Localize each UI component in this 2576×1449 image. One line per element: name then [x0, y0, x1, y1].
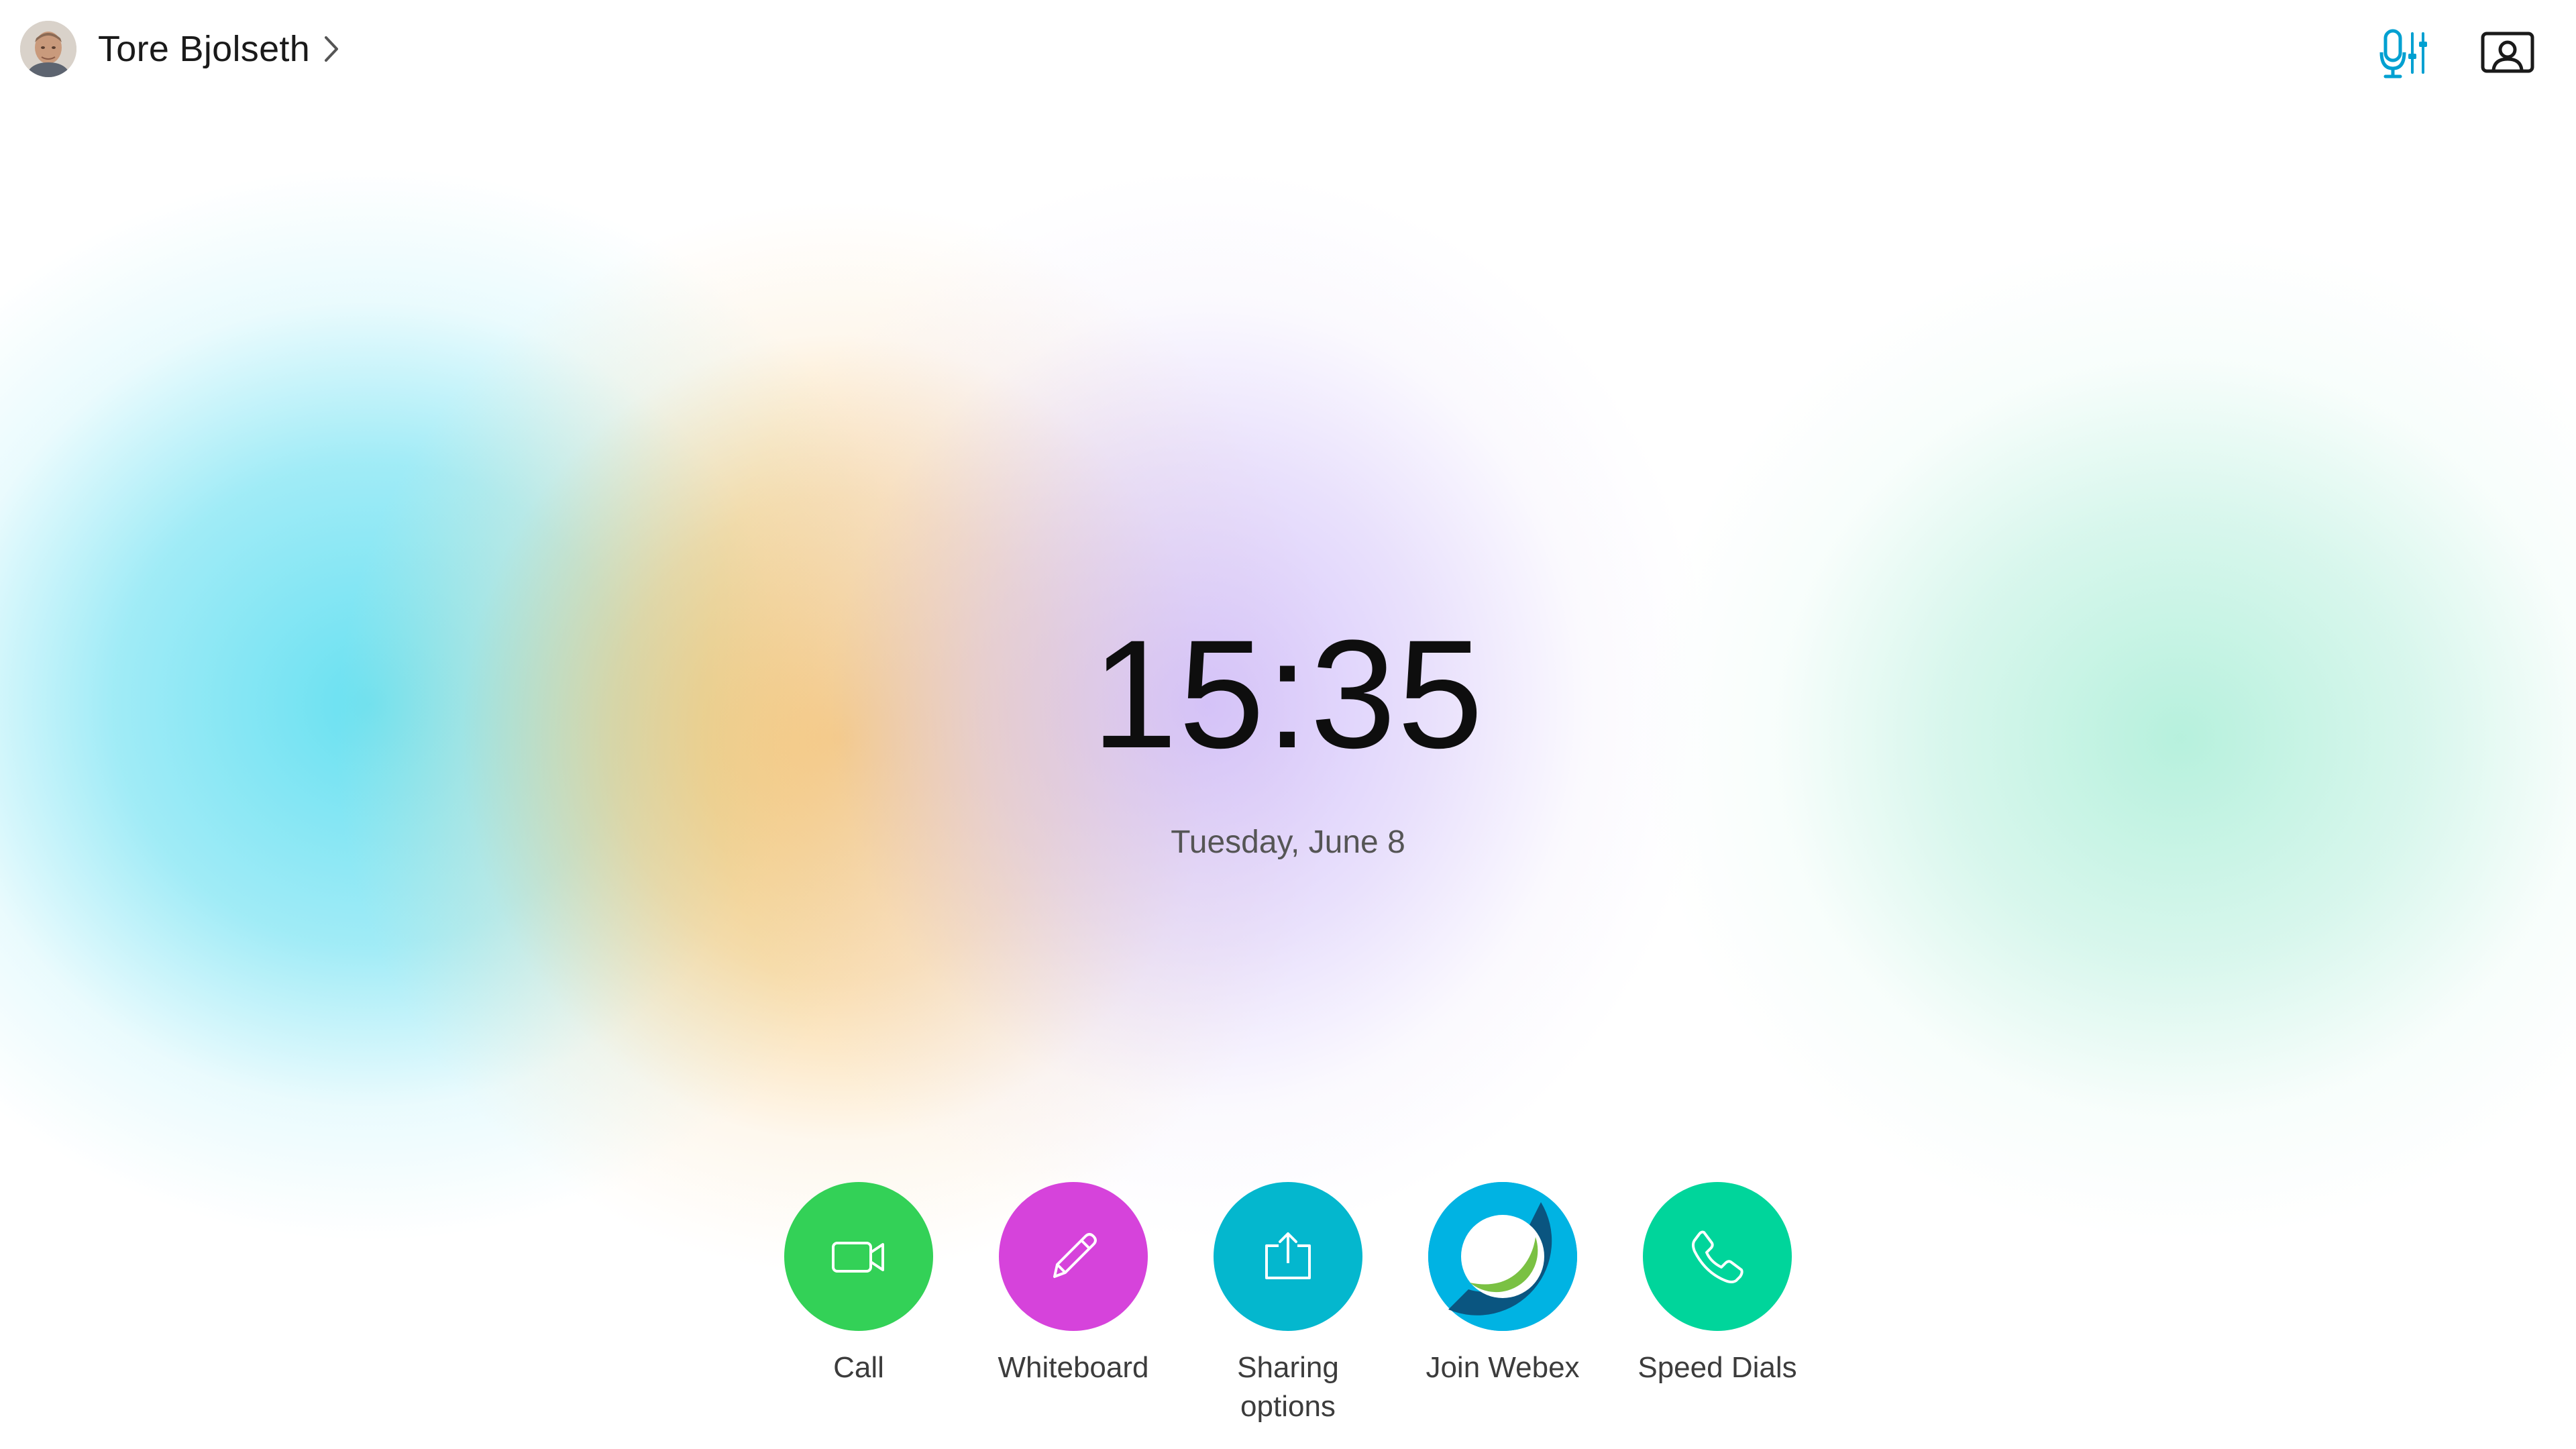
- call-label: Call: [833, 1351, 884, 1384]
- dock-item-call: Call: [751, 1182, 966, 1387]
- call-button[interactable]: [784, 1182, 933, 1331]
- home-screen: Tore Bjolseth 15:35 Tuesday, June 8 Call: [0, 0, 2576, 1449]
- webex-logo-icon: [1428, 1182, 1577, 1331]
- share-screen-icon: [1265, 1232, 1311, 1279]
- sharing-options-button[interactable]: [1214, 1182, 1362, 1331]
- user-profile-button[interactable]: Tore Bjolseth: [20, 20, 345, 78]
- phone-handset-icon: [1692, 1230, 1743, 1283]
- whiteboard-button[interactable]: [999, 1182, 1148, 1331]
- user-name: Tore Bjolseth: [98, 29, 311, 69]
- join-webex-label: Join Webex: [1426, 1351, 1580, 1384]
- sharing-options-label: Sharing options: [1237, 1351, 1339, 1423]
- speed-dials-label: Speed Dials: [1638, 1351, 1797, 1384]
- avatar: [20, 21, 76, 77]
- microphone-settings-icon[interactable]: [2375, 24, 2432, 82]
- clock-date: Tuesday, June 8: [1171, 824, 1405, 860]
- chevron-right-icon: [325, 36, 339, 62]
- video-camera-icon: [832, 1242, 884, 1273]
- clock-time: 15:35: [1091, 608, 1485, 780]
- dock-item-webex: Join Webex: [1395, 1182, 1610, 1387]
- speed-dials-button[interactable]: [1643, 1182, 1792, 1331]
- dock-item-sharing: Sharing options: [1181, 1182, 1395, 1426]
- pencil-icon: [1053, 1233, 1097, 1278]
- dock-item-speed-dials: Speed Dials: [1610, 1182, 1825, 1387]
- self-view-icon[interactable]: [2479, 24, 2536, 82]
- whiteboard-label: Whiteboard: [998, 1351, 1149, 1384]
- dock-item-whiteboard: Whiteboard: [966, 1182, 1181, 1387]
- join-webex-button[interactable]: [1428, 1182, 1577, 1331]
